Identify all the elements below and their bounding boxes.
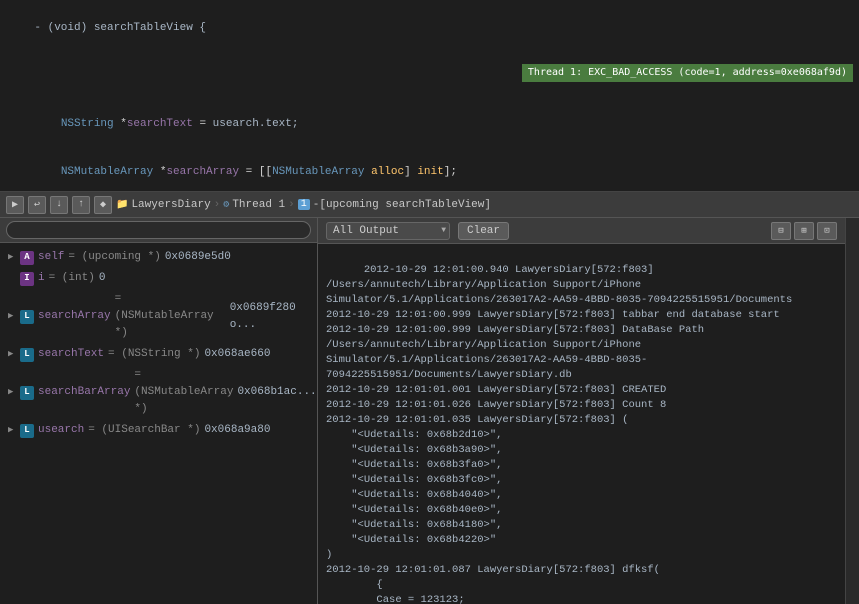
toolbar: ▶ ↩ ↓ ↑ ◆ 📁 LawyersDiary › ⚙ Thread 1 › … <box>0 192 859 218</box>
code-line-blank <box>34 70 41 82</box>
var-arrow-i <box>8 270 20 287</box>
variables-list: ▶ A self = (upcoming *) 0x0689e5d0 I i =… <box>0 243 317 604</box>
code-line-3: NSString *searchText = usearch.text; <box>34 118 298 130</box>
step-over-button[interactable]: ↩ <box>28 196 46 214</box>
var-name-self: self <box>38 249 64 266</box>
variable-item-searchbararray[interactable]: ▶ L searchBarArray = (NSMutableArray *) … <box>0 365 317 420</box>
code-content: - (void) searchTableView { NSString *sea… <box>0 0 859 192</box>
var-icon-searchbararray: L <box>20 386 34 400</box>
variable-item-usearch[interactable]: ▶ L usearch = (UISearchBar *) 0x068a9a80 <box>0 420 317 441</box>
var-value-i: 0 <box>99 270 106 287</box>
right-sidebar <box>845 218 859 604</box>
step-out-button[interactable]: ↑ <box>72 196 90 214</box>
variables-search-input[interactable] <box>6 221 311 239</box>
var-name-usearch: usearch <box>38 422 84 439</box>
variable-item-i[interactable]: I i = (int) 0 <box>0 268 317 289</box>
var-icon-searchtext: L <box>20 348 34 362</box>
breadcrumb-thread-label: Thread 1 <box>232 199 285 211</box>
var-type-self: = (upcoming *) <box>68 249 160 266</box>
breakpoints-button[interactable]: ◆ <box>94 196 112 214</box>
play-button[interactable]: ▶ <box>6 196 24 214</box>
code-line-4: NSMutableArray *searchArray = [[NSMutabl… <box>34 166 457 178</box>
thread-icon: ⚙ <box>223 199 229 211</box>
var-arrow-usearch: ▶ <box>8 422 20 439</box>
var-value-usearch: 0x068a9a80 <box>204 422 270 439</box>
variables-panel: ▶ A self = (upcoming *) 0x0689e5d0 I i =… <box>0 218 318 604</box>
var-value-searcharray: 0x0689f280 o... <box>230 300 313 334</box>
code-line-1: - (void) searchTableView { <box>34 22 206 34</box>
var-arrow-searcharray: ▶ <box>8 308 20 325</box>
var-name-i: i <box>38 270 45 287</box>
variable-item-self[interactable]: ▶ A self = (upcoming *) 0x0689e5d0 <box>0 247 317 268</box>
var-type-searcharray: = (NSMutableArray *) <box>115 291 226 342</box>
breadcrumb-app-label: LawyersDiary <box>131 199 210 211</box>
output-dropdown[interactable]: All Output Debugger Output Target Output <box>326 222 450 240</box>
expand-button[interactable]: ⊞ <box>794 222 814 240</box>
output-dropdown-wrapper: All Output Debugger Output Target Output… <box>326 222 450 240</box>
var-icon-searcharray: L <box>20 310 34 324</box>
output-text: 2012-10-29 12:01:00.940 LawyersDiary[572… <box>326 264 792 604</box>
breadcrumb-thread: ⚙ Thread 1 <box>223 199 285 211</box>
var-name-searchtext: searchText <box>38 346 104 363</box>
var-arrow-searchbararray: ▶ <box>8 384 20 401</box>
var-type-searchtext: = (NSString *) <box>108 346 200 363</box>
var-icon-usearch: L <box>20 424 34 438</box>
output-toolbar: All Output Debugger Output Target Output… <box>318 218 845 244</box>
var-type-i: = (int) <box>49 270 95 287</box>
var-name-searchbararray: searchBarArray <box>38 384 130 401</box>
variable-item-searchtext[interactable]: ▶ L searchText = (NSString *) 0x068ae660 <box>0 344 317 365</box>
breadcrumb-frame: 1 -[upcoming searchTableView] <box>298 199 491 211</box>
code-editor: - (void) searchTableView { NSString *sea… <box>0 0 859 192</box>
var-icon-i: I <box>20 272 34 286</box>
output-content: 2012-10-29 12:01:00.940 LawyersDiary[572… <box>318 244 845 604</box>
var-icon-self: A <box>20 251 34 265</box>
var-arrow-self: ▶ <box>8 249 20 266</box>
breadcrumb: 📁 LawyersDiary › ⚙ Thread 1 › 1 -[upcomi… <box>116 199 853 211</box>
breadcrumb-app: 📁 LawyersDiary <box>116 199 211 211</box>
clear-button[interactable]: Clear <box>458 222 509 240</box>
frame-badge: 1 <box>298 199 310 210</box>
split-view-button[interactable]: ⊟ <box>771 222 791 240</box>
breadcrumb-sep-1: › <box>214 199 221 211</box>
var-value-searchtext: 0x068ae660 <box>204 346 270 363</box>
var-value-searchbararray: 0x068b1ac... <box>237 384 316 401</box>
var-type-usearch: = (UISearchBar *) <box>88 422 200 439</box>
breadcrumb-sep-2: › <box>288 199 295 211</box>
output-icons: ⊟ ⊞ ⊡ <box>771 222 837 240</box>
breadcrumb-method-label: -[upcoming searchTableView] <box>313 199 491 211</box>
bottom-panel: ▶ A self = (upcoming *) 0x0689e5d0 I i =… <box>0 218 859 604</box>
var-value-self: 0x0689e5d0 <box>165 249 231 266</box>
var-arrow-searchtext: ▶ <box>8 346 20 363</box>
step-into-button[interactable]: ↓ <box>50 196 68 214</box>
folder-icon: 📁 <box>116 199 128 211</box>
var-name-searcharray: searchArray <box>38 308 111 325</box>
variable-item-searcharray[interactable]: ▶ L searchArray = (NSMutableArray *) 0x0… <box>0 289 317 344</box>
maximize-button[interactable]: ⊡ <box>817 222 837 240</box>
var-type-searchbararray: = (NSMutableArray *) <box>134 367 233 418</box>
output-panel: All Output Debugger Output Target Output… <box>318 218 845 604</box>
variables-search-bar <box>0 218 317 243</box>
